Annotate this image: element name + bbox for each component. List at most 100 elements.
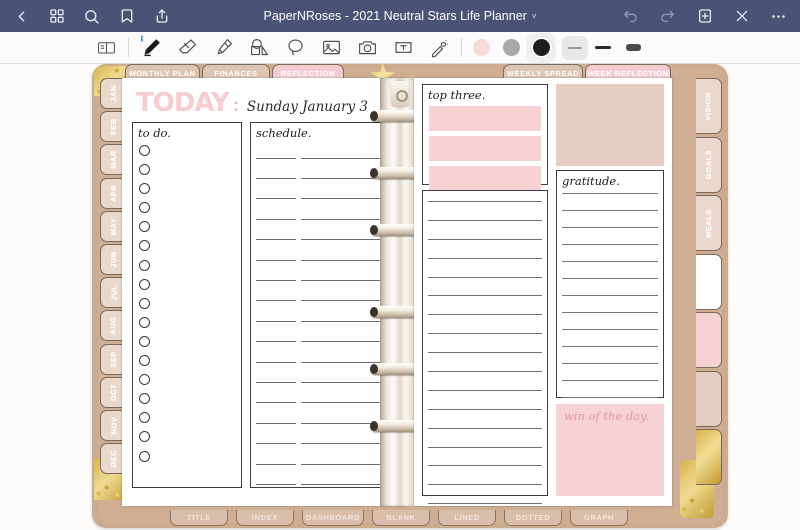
top-three-slot[interactable]	[429, 166, 541, 191]
todo-checkbox[interactable]	[139, 412, 150, 424]
schedule-row[interactable]	[256, 372, 390, 392]
gratitude-panel[interactable]: gratitude.	[556, 170, 664, 398]
lasso-tool[interactable]	[277, 33, 313, 63]
month-tab-label: SEP	[108, 350, 118, 368]
note-line	[428, 503, 542, 505]
section-tab-vision[interactable]: VISION	[696, 78, 722, 134]
schedule-line-list	[256, 148, 390, 485]
add-page-icon[interactable]	[695, 7, 714, 26]
todo-checkbox[interactable]	[139, 164, 150, 176]
stroke-width-thick[interactable]	[618, 33, 648, 63]
todo-checkbox[interactable]	[139, 240, 150, 252]
color-swatch-black[interactable]	[526, 32, 556, 63]
todo-checkbox[interactable]	[139, 393, 150, 405]
search-icon[interactable]	[82, 7, 101, 26]
stroke-width-thin[interactable]	[562, 35, 588, 60]
month-tab-label: MAY	[108, 217, 118, 236]
more-options-icon[interactable]	[769, 7, 788, 26]
note-line	[428, 201, 542, 202]
bottom-tab-lined[interactable]: LINED	[438, 510, 496, 526]
todo-panel[interactable]: to do.	[132, 122, 242, 488]
undo-icon[interactable]	[621, 7, 640, 26]
top-three-slot[interactable]	[429, 136, 541, 161]
schedule-row[interactable]	[256, 189, 390, 209]
bottom-tab-dotted[interactable]: DOTTED	[504, 510, 562, 526]
close-icon[interactable]	[732, 7, 751, 26]
highlighter-tool[interactable]	[205, 33, 241, 63]
section-tab-meals[interactable]: MEALS	[696, 195, 722, 251]
today-header: TODAY : Sunday January 3	[136, 88, 368, 118]
todo-checkbox[interactable]	[139, 278, 150, 290]
todo-checkbox[interactable]	[139, 450, 150, 462]
month-tab-label: JUL	[108, 284, 118, 301]
schedule-row[interactable]	[256, 148, 390, 168]
bookmark-icon[interactable]	[117, 7, 136, 26]
redo-icon[interactable]	[658, 7, 677, 26]
chevron-down-icon[interactable]: ˅	[532, 12, 537, 21]
shapes-tool[interactable]	[241, 33, 277, 63]
sticker-tool[interactable]	[421, 33, 457, 63]
schedule-row[interactable]	[256, 250, 390, 270]
section-tab-goals[interactable]: GOALS	[696, 136, 722, 193]
note-line	[428, 276, 542, 278]
bottom-tab-graph[interactable]: GRAPH	[570, 510, 628, 526]
notes-panel[interactable]	[422, 190, 548, 505]
planner-page-left[interactable]: TODAY : Sunday January 3 to do. schedule…	[122, 78, 406, 506]
planner-page-right[interactable]: top three. gratitude. win of the day.	[414, 78, 672, 506]
color-swatch-gray[interactable]	[496, 33, 526, 63]
toolbar-divider-2	[461, 38, 462, 57]
photo-placeholder-box[interactable]	[556, 84, 664, 166]
section-tab-blank-4[interactable]	[696, 312, 722, 368]
top-three-slot[interactable]	[429, 106, 541, 131]
todo-checkbox[interactable]	[139, 259, 150, 271]
todo-checkbox[interactable]	[139, 355, 150, 367]
todo-checkbox[interactable]	[139, 221, 150, 233]
camera-tool[interactable]	[349, 33, 385, 63]
schedule-time-line	[256, 443, 297, 445]
note-line	[428, 314, 542, 316]
note-line	[428, 389, 542, 391]
section-tab-blank-6[interactable]	[696, 429, 722, 485]
todo-checkbox[interactable]	[139, 202, 150, 214]
text-tool[interactable]	[385, 33, 421, 63]
todo-checkbox[interactable]	[139, 183, 150, 195]
schedule-time-line	[256, 422, 297, 424]
section-tab-blank-5[interactable]	[696, 370, 722, 427]
pen-tool[interactable]: ᛒ	[133, 33, 169, 63]
gratitude-line	[562, 210, 658, 211]
share-icon[interactable]	[152, 7, 171, 26]
schedule-row[interactable]	[256, 433, 390, 453]
todo-checkbox[interactable]	[139, 374, 150, 386]
bottom-tab-blank[interactable]: BLANK	[372, 510, 430, 526]
schedule-time-line	[256, 300, 297, 302]
schedule-row[interactable]	[256, 270, 390, 290]
today-title: TODAY	[136, 88, 230, 118]
today-date: Sunday January 3	[246, 99, 368, 115]
grid-view-icon[interactable]	[47, 7, 66, 26]
eraser-tool[interactable]	[169, 33, 205, 63]
schedule-row[interactable]	[256, 393, 390, 413]
section-tab-blank-3[interactable]	[696, 253, 722, 310]
document-title[interactable]: PaperNRoses - 2021 Neutral Stars Life Pl…	[263, 9, 526, 23]
bottom-tab-index[interactable]: INDEX	[236, 510, 294, 526]
top-three-panel[interactable]: top three.	[422, 84, 548, 191]
todo-checkbox[interactable]	[139, 431, 150, 443]
todo-checkbox[interactable]	[139, 145, 150, 156]
bottom-tab-dashboard[interactable]: DASHBOARD	[302, 510, 364, 526]
back-icon[interactable]	[12, 7, 31, 26]
schedule-time-line	[256, 341, 297, 343]
schedule-entry-line	[301, 463, 390, 465]
stroke-width-medium[interactable]	[588, 33, 618, 63]
todo-checkbox[interactable]	[139, 316, 150, 328]
bottom-tab-title[interactable]: TITLE	[170, 510, 228, 526]
image-tool[interactable]	[313, 33, 349, 63]
win-of-day-panel[interactable]: win of the day.	[556, 404, 664, 496]
todo-checkbox[interactable]	[139, 297, 150, 309]
schedule-row[interactable]	[256, 332, 390, 352]
page-layout-tool[interactable]	[88, 33, 124, 63]
schedule-row[interactable]	[256, 474, 390, 494]
todo-checkbox[interactable]	[139, 335, 150, 347]
color-swatch-pink[interactable]	[466, 33, 496, 63]
schedule-row[interactable]	[256, 454, 390, 474]
schedule-entry-line	[301, 341, 390, 343]
